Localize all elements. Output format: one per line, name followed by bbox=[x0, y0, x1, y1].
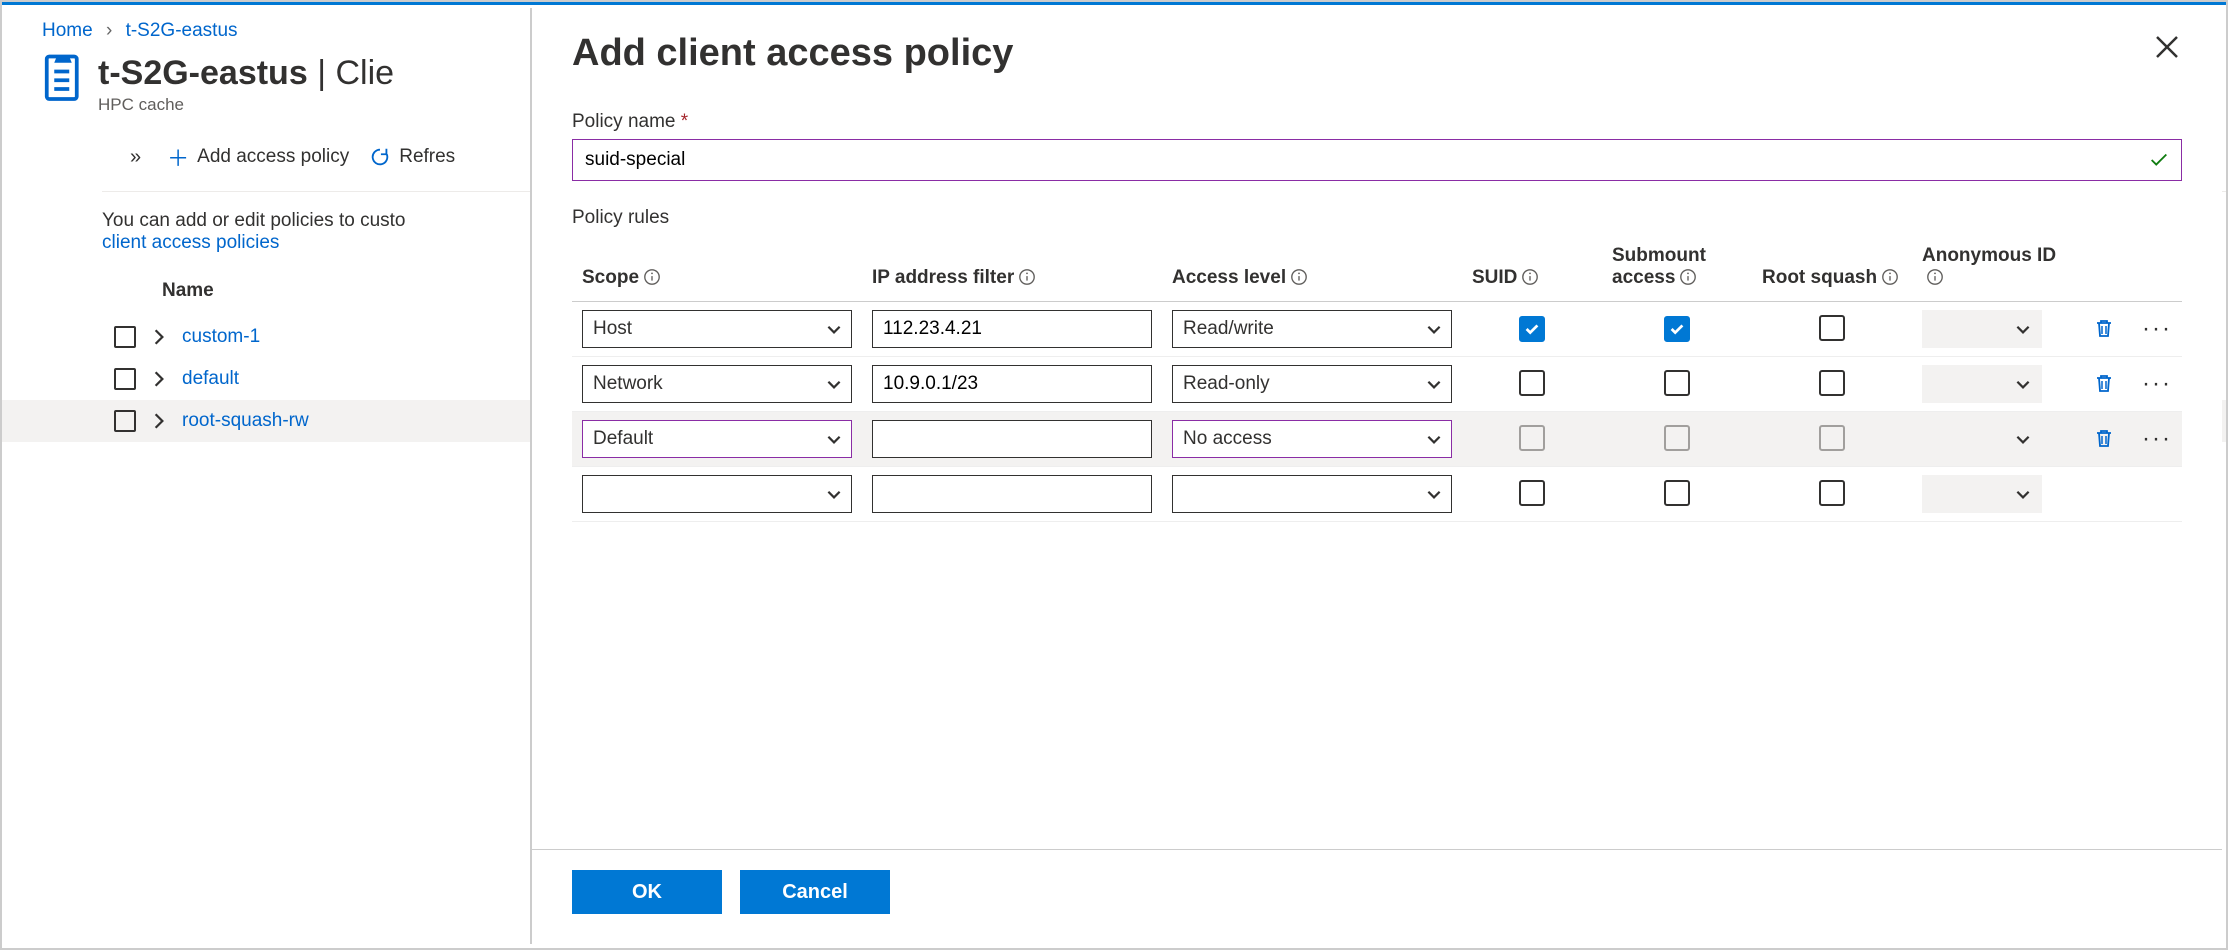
checkbox bbox=[1664, 425, 1690, 451]
policy-link[interactable]: default bbox=[182, 368, 239, 390]
policy-name-input[interactable] bbox=[572, 139, 2182, 181]
add-policy-panel: Add client access policy Policy name * P… bbox=[530, 8, 2222, 944]
close-icon[interactable] bbox=[2152, 32, 2182, 62]
ip-filter-input[interactable] bbox=[872, 365, 1152, 403]
checkbox[interactable] bbox=[1519, 370, 1545, 396]
panel-footer: OK Cancel bbox=[532, 849, 2222, 944]
row-checkbox[interactable] bbox=[114, 326, 136, 348]
col-access: Access level bbox=[1162, 239, 1462, 302]
chevron-down-icon bbox=[2014, 320, 2032, 338]
rule-row: Host Read/write ··· bbox=[572, 302, 2182, 357]
row-checkbox[interactable] bbox=[114, 410, 136, 432]
delete-icon[interactable] bbox=[2092, 316, 2116, 340]
col-submount: Submount access bbox=[1602, 239, 1752, 302]
chevron-down-icon bbox=[1425, 320, 1443, 338]
valid-check-icon bbox=[2148, 149, 2170, 171]
chevron-down-icon bbox=[1425, 375, 1443, 393]
col-root: Root squash bbox=[1752, 239, 1912, 302]
chevron-down-icon bbox=[825, 485, 843, 503]
rule-row: Network Read-only ··· bbox=[572, 357, 2182, 412]
info-icon[interactable] bbox=[1290, 268, 1308, 286]
breadcrumb-resource[interactable]: t-S2G-eastus bbox=[126, 20, 238, 41]
chevron-down-icon bbox=[825, 430, 843, 448]
info-icon[interactable] bbox=[1926, 268, 1944, 286]
breadcrumb-sep: › bbox=[106, 20, 112, 41]
chevron-down-icon bbox=[2014, 430, 2032, 448]
access-level-select[interactable]: Read-only bbox=[1172, 365, 1452, 403]
policy-rules-table: Scope IP address filter Access level SUI… bbox=[572, 239, 2182, 522]
doc-link[interactable]: client access policies bbox=[102, 232, 279, 253]
cancel-button[interactable]: Cancel bbox=[740, 870, 890, 914]
chevron-down-icon bbox=[825, 375, 843, 393]
checkbox[interactable] bbox=[1664, 316, 1690, 342]
refresh-button[interactable]: Refres bbox=[359, 140, 465, 174]
panel-title: Add client access policy bbox=[572, 32, 1013, 75]
rule-row: Default No access ··· bbox=[572, 412, 2182, 467]
ip-filter-input[interactable] bbox=[872, 310, 1152, 348]
refresh-icon bbox=[369, 146, 391, 168]
checkbox[interactable] bbox=[1664, 480, 1690, 506]
ip-filter-input[interactable] bbox=[872, 475, 1152, 513]
ok-button[interactable]: OK bbox=[572, 870, 722, 914]
policy-name-label: Policy name * bbox=[572, 111, 2182, 133]
chevron-down-icon bbox=[2014, 485, 2032, 503]
checkbox[interactable] bbox=[1519, 316, 1545, 342]
plus-icon: ＋ bbox=[167, 141, 189, 173]
chevron-down-icon bbox=[1425, 430, 1443, 448]
chevron-right-icon[interactable] bbox=[150, 370, 168, 388]
checkbox[interactable] bbox=[1819, 370, 1845, 396]
scope-select[interactable]: Host bbox=[582, 310, 852, 348]
info-icon[interactable] bbox=[1679, 268, 1697, 286]
info-icon[interactable] bbox=[1881, 268, 1899, 286]
anonymous-id-select[interactable] bbox=[1922, 365, 2042, 403]
page-title: t-S2G-eastus | Clie bbox=[98, 54, 394, 93]
checkbox bbox=[1519, 425, 1545, 451]
access-level-select[interactable] bbox=[1172, 475, 1452, 513]
description: You can add or edit policies to custo cl… bbox=[2, 192, 522, 272]
scope-select[interactable]: Network bbox=[582, 365, 852, 403]
policy-link[interactable]: custom-1 bbox=[182, 326, 260, 348]
policy-link[interactable]: root-squash-rw bbox=[182, 410, 309, 432]
scope-select[interactable]: Default bbox=[582, 420, 852, 458]
access-level-select[interactable]: Read/write bbox=[1172, 310, 1452, 348]
checkbox bbox=[1819, 425, 1845, 451]
chevron-right-icon[interactable] bbox=[150, 328, 168, 346]
add-access-policy-button[interactable]: ＋Add access policy bbox=[157, 135, 359, 179]
info-icon[interactable] bbox=[1521, 268, 1539, 286]
chevron-down-icon bbox=[1425, 485, 1443, 503]
ip-filter-input[interactable] bbox=[872, 420, 1152, 458]
breadcrumb-home[interactable]: Home bbox=[42, 20, 93, 41]
checkbox[interactable] bbox=[1664, 370, 1690, 396]
info-icon[interactable] bbox=[643, 268, 661, 286]
chevron-down-icon bbox=[2014, 375, 2032, 393]
access-level-select[interactable]: No access bbox=[1172, 420, 1452, 458]
more-icon[interactable]: ··· bbox=[2142, 370, 2172, 397]
checkbox[interactable] bbox=[1819, 480, 1845, 506]
col-suid: SUID bbox=[1462, 239, 1602, 302]
chevron-right-icon[interactable] bbox=[150, 412, 168, 430]
more-icon[interactable]: ··· bbox=[2142, 315, 2172, 342]
chevron-down-icon bbox=[825, 320, 843, 338]
expand-menu-icon[interactable]: » bbox=[130, 146, 141, 169]
delete-icon[interactable] bbox=[2092, 426, 2116, 450]
resource-icon bbox=[42, 54, 84, 104]
checkbox[interactable] bbox=[1819, 315, 1845, 341]
col-scope: Scope bbox=[572, 239, 862, 302]
col-ip: IP address filter bbox=[862, 239, 1162, 302]
anonymous-id-select[interactable] bbox=[1922, 420, 2042, 458]
info-icon[interactable] bbox=[1018, 268, 1036, 286]
row-checkbox[interactable] bbox=[114, 368, 136, 390]
delete-icon[interactable] bbox=[2092, 371, 2116, 395]
scope-select[interactable] bbox=[582, 475, 852, 513]
anonymous-id-select[interactable] bbox=[1922, 475, 2042, 513]
page-subtitle: HPC cache bbox=[98, 95, 394, 115]
rule-row bbox=[572, 467, 2182, 522]
policy-rules-label: Policy rules bbox=[572, 207, 2182, 229]
col-anon: Anonymous ID bbox=[1912, 239, 2082, 302]
more-icon[interactable]: ··· bbox=[2142, 425, 2172, 452]
anonymous-id-select[interactable] bbox=[1922, 310, 2042, 348]
checkbox[interactable] bbox=[1519, 480, 1545, 506]
